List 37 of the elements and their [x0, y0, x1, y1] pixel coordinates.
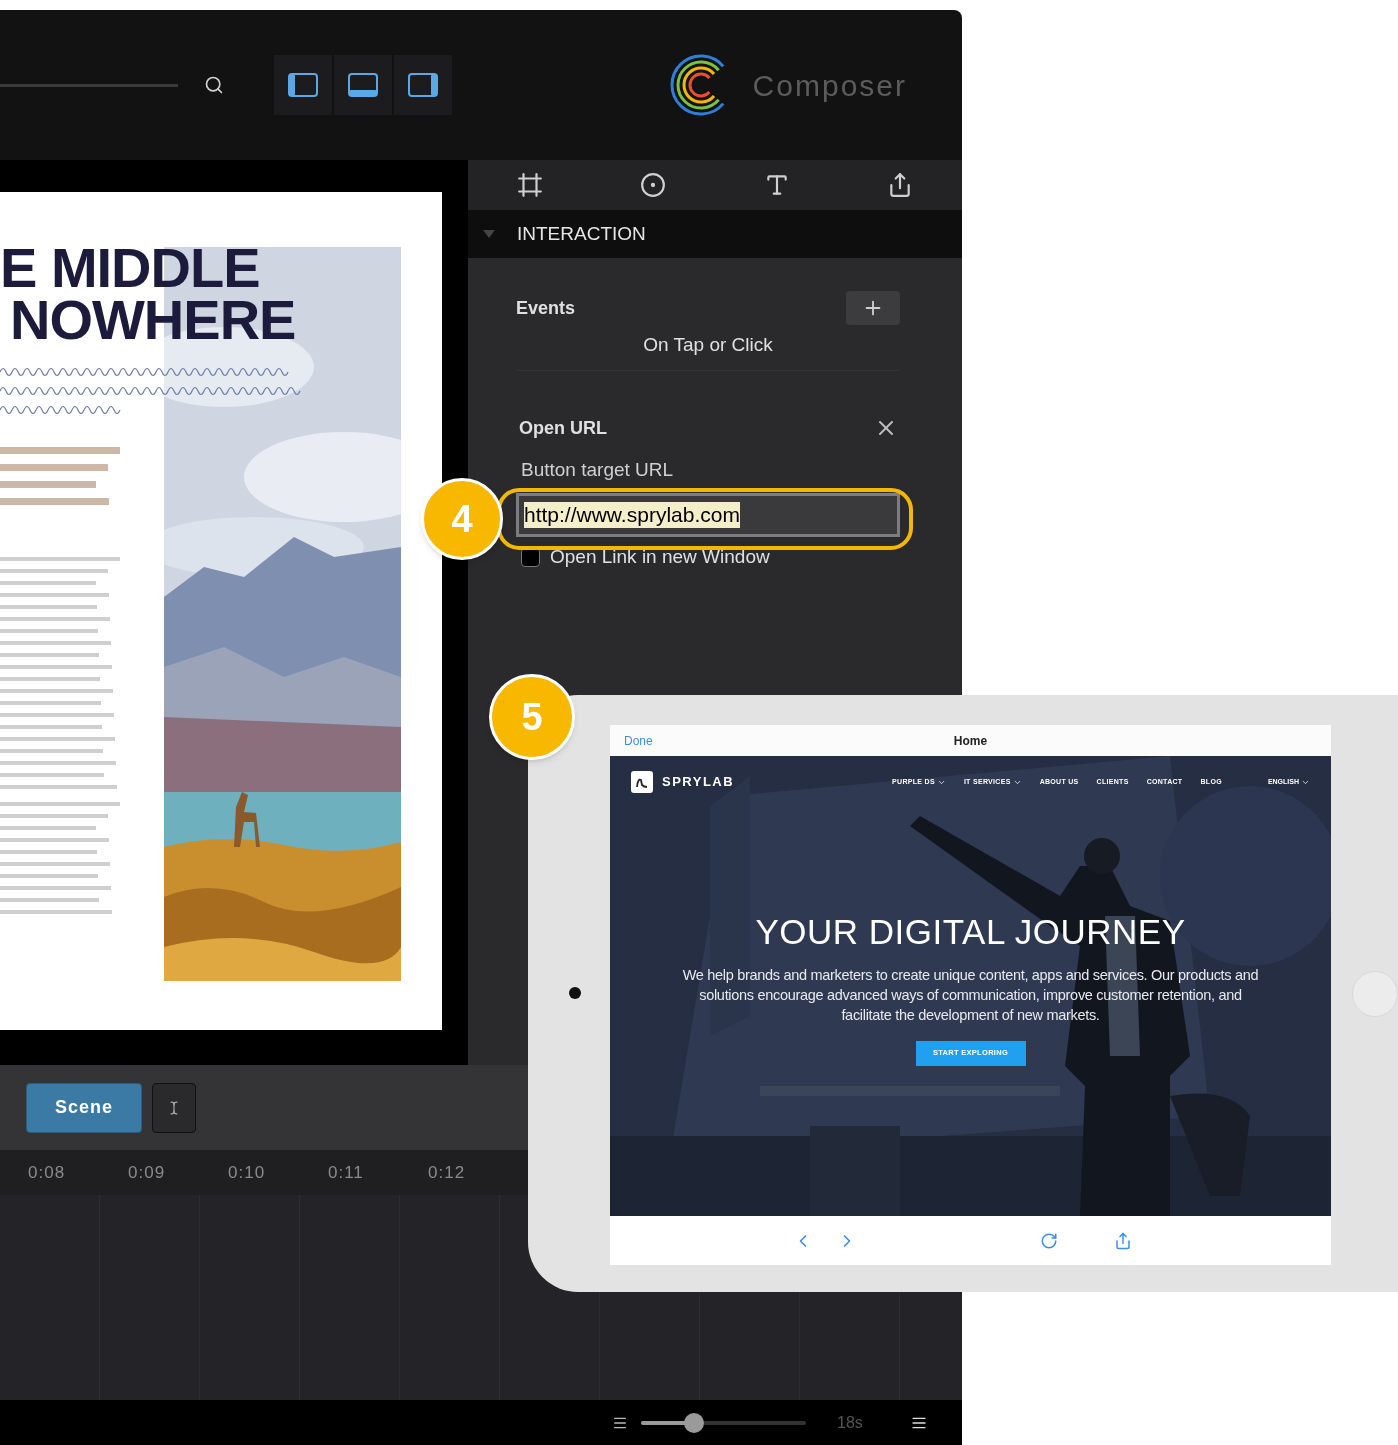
reload-icon[interactable]: [1040, 1231, 1058, 1250]
section-header[interactable]: INTERACTION: [468, 210, 962, 258]
time-tick: 0:10: [228, 1161, 267, 1184]
search-field[interactable]: [0, 83, 178, 87]
duration-label: 18s: [837, 1412, 863, 1433]
search-icon[interactable]: [204, 75, 224, 95]
headline-line: NOWHERE: [10, 294, 296, 346]
hero-headline: YOUR DIGITAL JOURNEY: [755, 911, 1186, 953]
layout-icon: [407, 72, 439, 98]
layout-icon: [287, 72, 319, 98]
events-label: Events: [516, 296, 576, 320]
url-value: http://www.sprylab.com: [524, 502, 740, 528]
action-title: Open URL: [519, 416, 607, 440]
time-tick: 0:12: [428, 1161, 467, 1184]
url-field[interactable]: http://www.sprylab.com: [516, 493, 900, 537]
scene-button[interactable]: Scene: [26, 1082, 142, 1133]
time-tick: 0:11: [328, 1161, 365, 1184]
layout-button[interactable]: [334, 55, 392, 115]
section-title: INTERACTION: [517, 221, 646, 246]
field-label: Button target URL: [520, 457, 675, 482]
layout-button[interactable]: [394, 55, 452, 115]
target-icon[interactable]: [640, 172, 667, 198]
brand-name: SPRYLAB: [662, 773, 735, 792]
time-tick: 0:08: [28, 1161, 67, 1184]
headline-line: E MIDDLE: [0, 242, 261, 294]
slider-thumb[interactable]: [683, 1412, 704, 1433]
app-name: Composer: [752, 67, 907, 104]
add-button[interactable]: [846, 291, 900, 325]
frame-icon[interactable]: [516, 172, 543, 198]
checkbox-label: Open Link in new Window: [550, 545, 770, 569]
page-title: Home: [952, 732, 989, 750]
event-item[interactable]: On Tap or Click: [516, 331, 900, 371]
layout-icon: [347, 72, 379, 98]
hero-text: We help brands and marketers to create unique content, apps and services. Our products and solutions encourage advanced ways of communication, improve customer retention, and facilitate the development of new markets.: [681, 965, 1260, 1025]
brand-logo-icon: [631, 771, 653, 793]
time-tick: 0:09: [128, 1161, 167, 1184]
layout-button[interactable]: [274, 55, 332, 115]
